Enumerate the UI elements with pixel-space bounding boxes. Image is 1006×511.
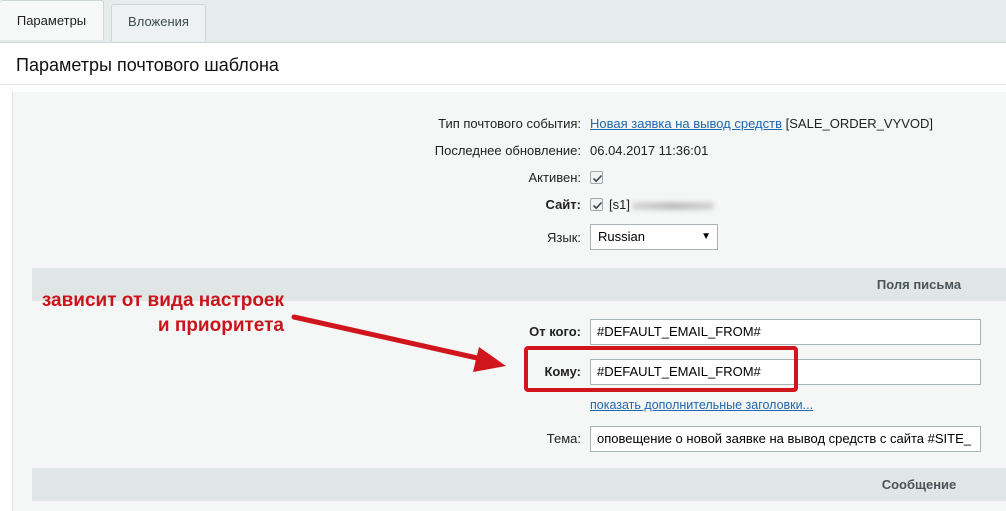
highlight-box: [524, 346, 798, 392]
annotation-arrow: [291, 314, 506, 372]
